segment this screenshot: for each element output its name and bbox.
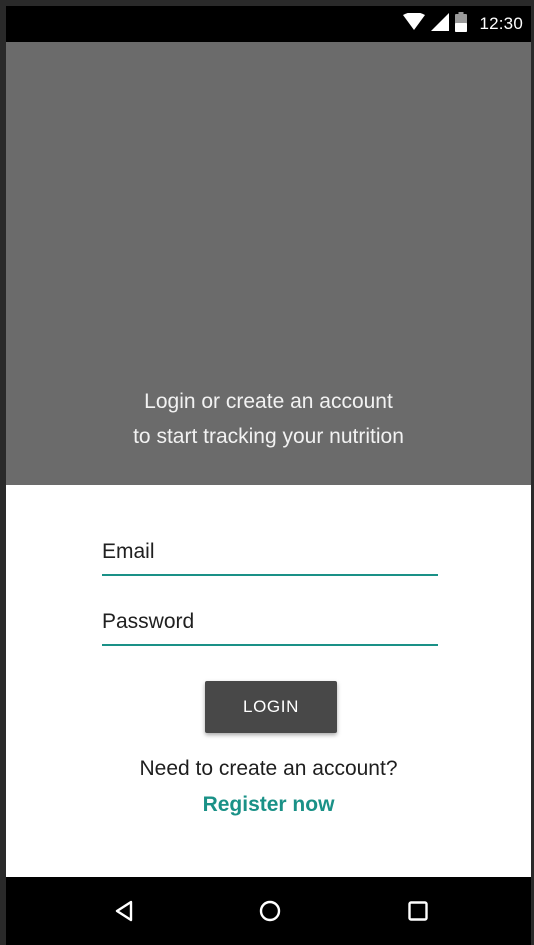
home-icon[interactable] bbox=[250, 891, 290, 931]
status-icons: 12:30 bbox=[403, 6, 523, 42]
recents-icon[interactable] bbox=[398, 891, 438, 931]
password-field[interactable] bbox=[102, 600, 438, 646]
phone-screen: 12:30 Login or create an account to star… bbox=[6, 6, 531, 945]
register-now-link[interactable]: Register now bbox=[6, 793, 531, 817]
battery-icon bbox=[455, 11, 468, 37]
create-account-prompt: Need to create an account? bbox=[139, 757, 398, 780]
hero-banner: Login or create an account to start trac… bbox=[6, 42, 531, 485]
back-icon[interactable] bbox=[104, 891, 144, 931]
status-bar: 12:30 bbox=[6, 6, 531, 42]
hero-line-1: Login or create an account bbox=[144, 390, 393, 413]
login-button[interactable]: LOGIN bbox=[205, 681, 337, 733]
hero-message: Login or create an account to start trac… bbox=[6, 384, 531, 454]
login-form: LOGIN Need to create an account? Registe… bbox=[6, 485, 531, 877]
wifi-icon bbox=[403, 11, 426, 36]
status-time: 12:30 bbox=[479, 14, 523, 33]
navigation-bar bbox=[6, 877, 531, 945]
signal-icon bbox=[431, 12, 450, 36]
email-field[interactable] bbox=[102, 530, 438, 576]
hero-line-2: to start tracking your nutrition bbox=[133, 425, 404, 448]
